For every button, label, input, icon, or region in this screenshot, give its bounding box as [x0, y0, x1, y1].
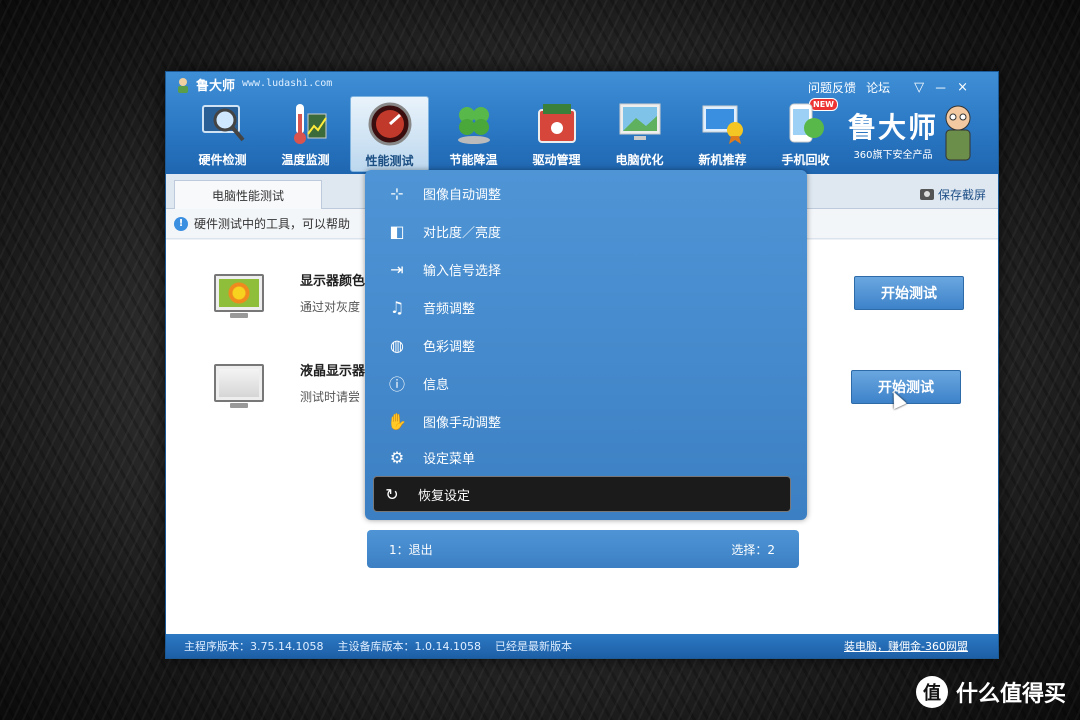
monitor-landscape-icon: [619, 103, 660, 140]
tool-optimize[interactable]: 电脑优化: [601, 96, 678, 170]
test-desc: 通过对灰度: [300, 300, 361, 314]
reset-icon: ↻: [385, 484, 399, 504]
tool-label: 温度监测: [281, 153, 330, 167]
osd-menu: ⊹ 图像自动调整 ◧ 对比度／亮度 ⇥ 输入信号选择 ♫ 音频调整 ◍ 色彩调整…: [365, 170, 807, 520]
osd-item-label: 色彩调整: [423, 339, 476, 355]
tool-label: 硬件检测: [198, 153, 247, 167]
osd-item-audio[interactable]: ♫ 音频调整: [379, 290, 797, 324]
app-title: 鲁大师: [196, 79, 236, 94]
chip-box-icon: [537, 104, 576, 143]
osd-item-label: 图像手动调整: [423, 415, 502, 431]
brand-block: 鲁大师 360旗下安全产品: [848, 106, 938, 161]
tool-driver[interactable]: 驱动管理: [518, 96, 595, 170]
contrast-icon: ◧: [389, 221, 405, 241]
osd-select-hint: 选择：2: [731, 543, 775, 557]
osd-item-contrast[interactable]: ◧ 对比度／亮度: [379, 214, 797, 248]
brand-subtitle: 360旗下安全产品: [853, 150, 933, 161]
osd-item-settings[interactable]: ⚙ 设定菜单: [379, 440, 797, 474]
start-test-button[interactable]: 开始测试: [854, 276, 964, 310]
db-version: 主设备库版本：1.0.14.1058: [337, 640, 481, 653]
clover-icon: [457, 107, 490, 144]
monitor-medal-icon: [702, 105, 743, 144]
osd-item-manual-adjust[interactable]: ✋ 图像手动调整: [379, 404, 797, 438]
osd-item-label: 对比度／亮度: [423, 225, 502, 241]
brand-name: 鲁大师: [847, 111, 938, 144]
input-source-icon: ⇥: [390, 259, 404, 279]
magnifier-monitor-icon: [201, 105, 245, 142]
auto-adjust-icon: ⊹: [390, 183, 404, 203]
phone-recycle-icon: [789, 103, 824, 143]
watermark-text: 什么值得买: [955, 682, 1066, 707]
test-desc: 测试时请尝: [300, 390, 361, 404]
tool-hardware-check[interactable]: 硬件检测: [184, 96, 261, 170]
test-title: 显示器颜色: [300, 274, 366, 289]
tool-phone-recycle[interactable]: NEW 手机回收: [767, 96, 844, 170]
monitor-flower-icon: [214, 274, 264, 318]
tool-label: 手机回收: [781, 153, 830, 167]
speedometer-icon: [368, 102, 411, 146]
title-bar: 鲁大师 www.ludashi.com 问题反馈 论坛 ▽ － × 硬件检测 温…: [166, 72, 998, 174]
audio-note-icon: ♫: [389, 297, 405, 317]
settings-gear-icon: ⚙: [389, 447, 405, 467]
osd-item-auto-adjust[interactable]: ⊹ 图像自动调整: [379, 176, 797, 210]
osd-item-info[interactable]: ⓘ 信息: [379, 366, 797, 400]
tool-label: 电脑优化: [615, 153, 664, 167]
update-status: 已经是最新版本: [494, 640, 572, 653]
watermark-logo: 值: [915, 676, 948, 708]
tool-energy-saving[interactable]: 节能降温: [435, 96, 512, 170]
menu-dropdown-icon[interactable]: ▽: [914, 80, 924, 95]
osd-item-color[interactable]: ◍ 色彩调整: [379, 328, 797, 362]
info-circle-icon: !: [174, 216, 188, 231]
info-icon: ⓘ: [388, 375, 405, 394]
top-links: 问题反馈 论坛 ▽ － ×: [808, 78, 968, 97]
monitor-screen-icon: [214, 364, 264, 408]
app-logo-icon: [178, 78, 188, 93]
osd-item-label: 信息: [423, 377, 450, 393]
info-text: 硬件测试中的工具，可以帮助: [194, 217, 351, 231]
thermometer-icon: [293, 104, 327, 144]
main-version: 主程序版本：3.75.14.1058: [184, 640, 324, 653]
osd-item-label: 图像自动调整: [423, 187, 502, 203]
app-url: www.ludashi.com: [242, 78, 333, 89]
feedback-link[interactable]: 问题反馈: [808, 79, 856, 96]
manual-adjust-icon: ✋: [387, 411, 407, 431]
start-test-button[interactable]: 开始测试: [851, 370, 961, 404]
tool-performance[interactable]: 性能测试: [350, 96, 429, 172]
test-title: 液晶显示器: [300, 364, 366, 379]
main-toolbar: 硬件检测 温度监测 性能测试 节能降温 驱动管理 电脑优化 新机推荐 NEW 手…: [184, 96, 844, 172]
osd-item-reset[interactable]: ↻ 恢复设定: [373, 476, 791, 512]
osd-item-input[interactable]: ⇥ 输入信号选择: [379, 252, 797, 286]
forum-link[interactable]: 论坛: [866, 79, 890, 96]
osd-item-label: 输入信号选择: [423, 263, 502, 279]
palette-icon: ◍: [390, 335, 404, 355]
osd-item-label: 音频调整: [423, 301, 476, 317]
close-icon[interactable]: ×: [957, 80, 968, 95]
osd-exit-hint: 1：退出: [389, 543, 433, 557]
tool-label: 驱动管理: [532, 153, 581, 167]
tool-label: 新机推荐: [698, 153, 747, 167]
tool-label: 性能测试: [365, 154, 414, 168]
osd-item-label: 恢复设定: [418, 488, 471, 504]
tool-new-pc[interactable]: 新机推荐: [684, 96, 761, 170]
status-bar: 主程序版本：3.75.14.1058 主设备库版本：1.0.14.1058 已经…: [166, 634, 998, 658]
osd-footer: 1：退出 选择：2: [367, 530, 799, 568]
osd-item-label: 设定菜单: [423, 451, 476, 467]
tool-label: 节能降温: [449, 153, 498, 167]
save-screenshot-button[interactable]: 保存截屏: [919, 186, 986, 203]
save-screenshot-label: 保存截屏: [937, 188, 986, 202]
promo-link[interactable]: 装电脑，赚佣金-360网盟: [844, 638, 968, 654]
watermark: 值 什么值得买: [915, 676, 1066, 708]
tool-temperature[interactable]: 温度监测: [267, 96, 344, 170]
mascot-icon: [945, 105, 971, 161]
tab-pc-performance[interactable]: 电脑性能测试: [174, 180, 322, 209]
minimize-icon[interactable]: －: [934, 78, 947, 97]
camera-icon: [919, 189, 934, 200]
